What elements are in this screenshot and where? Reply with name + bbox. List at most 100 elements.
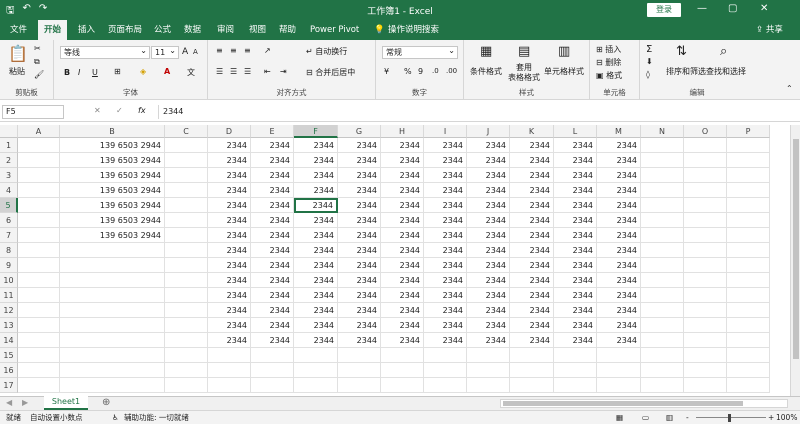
page-break-view-icon[interactable]: ▥	[666, 411, 673, 424]
delete-cells-button[interactable]: ⊟ 删除	[596, 57, 621, 68]
cell-b2[interactable]: 139 6503 2944	[60, 153, 165, 168]
cell-o10[interactable]	[684, 273, 727, 288]
tab-help[interactable]: 帮助	[273, 20, 302, 40]
cell-m3[interactable]: 2344	[597, 168, 641, 183]
cell-k11[interactable]: 2344	[510, 288, 554, 303]
cell-e11[interactable]: 2344	[251, 288, 294, 303]
cell-f10[interactable]: 2344	[294, 273, 338, 288]
row-header-15[interactable]: 15	[0, 348, 18, 363]
font-size-select[interactable]: 11	[151, 45, 179, 59]
cell-n4[interactable]	[641, 183, 684, 198]
normal-view-icon[interactable]: ▦	[616, 411, 623, 424]
cell-k16[interactable]	[510, 363, 554, 378]
cell-d14[interactable]: 2344	[208, 333, 251, 348]
cell-c8[interactable]	[165, 243, 208, 258]
cell-b7[interactable]: 139 6503 2944	[60, 228, 165, 243]
grow-font-button[interactable]: A	[182, 47, 188, 57]
cell-j13[interactable]: 2344	[467, 318, 510, 333]
sheet-tab-sheet1[interactable]: Sheet1	[44, 396, 88, 410]
find-select-button[interactable]: 查找和选择	[706, 66, 746, 77]
cell-l6[interactable]: 2344	[554, 213, 597, 228]
cell-k7[interactable]: 2344	[510, 228, 554, 243]
cell-g3[interactable]: 2344	[338, 168, 381, 183]
column-header-e[interactable]: E	[251, 125, 294, 138]
cell-b14[interactable]	[60, 333, 165, 348]
cell-e6[interactable]: 2344	[251, 213, 294, 228]
cell-o15[interactable]	[684, 348, 727, 363]
cell-g8[interactable]: 2344	[338, 243, 381, 258]
cell-p17[interactable]	[727, 378, 770, 393]
login-button[interactable]: 登录	[647, 3, 681, 17]
tab-home[interactable]: 开始	[38, 20, 68, 40]
orientation-icon[interactable]: ↗	[264, 46, 271, 55]
cell-p9[interactable]	[727, 258, 770, 273]
cell-f9[interactable]: 2344	[294, 258, 338, 273]
cell-j16[interactable]	[467, 363, 510, 378]
cell-f2[interactable]: 2344	[294, 153, 338, 168]
cell-g9[interactable]: 2344	[338, 258, 381, 273]
cell-b12[interactable]	[60, 303, 165, 318]
page-layout-view-icon[interactable]: ▭	[642, 411, 649, 424]
cell-f8[interactable]: 2344	[294, 243, 338, 258]
zoom-level[interactable]: 100%	[776, 411, 797, 424]
cell-j5[interactable]: 2344	[467, 198, 510, 213]
cancel-icon[interactable]: ✕	[94, 106, 101, 115]
cell-h7[interactable]: 2344	[381, 228, 424, 243]
cell-m13[interactable]: 2344	[597, 318, 641, 333]
cell-l9[interactable]: 2344	[554, 258, 597, 273]
cell-k15[interactable]	[510, 348, 554, 363]
paste-button[interactable]: 粘贴	[9, 66, 25, 77]
cell-b4[interactable]: 139 6503 2944	[60, 183, 165, 198]
scroll-thumb[interactable]	[503, 401, 743, 406]
zoom-slider-thumb[interactable]	[728, 414, 731, 422]
cell-c3[interactable]	[165, 168, 208, 183]
cell-n1[interactable]	[641, 138, 684, 153]
cell-j12[interactable]: 2344	[467, 303, 510, 318]
cell-o4[interactable]	[684, 183, 727, 198]
cell-m5[interactable]: 2344	[597, 198, 641, 213]
cell-d4[interactable]: 2344	[208, 183, 251, 198]
cell-d2[interactable]: 2344	[208, 153, 251, 168]
row-header-7[interactable]: 7	[0, 228, 18, 243]
cell-d8[interactable]: 2344	[208, 243, 251, 258]
cell-j17[interactable]	[467, 378, 510, 393]
cell-p2[interactable]	[727, 153, 770, 168]
tell-me-search[interactable]: 操作说明搜索	[382, 20, 445, 40]
cell-i3[interactable]: 2344	[424, 168, 467, 183]
cell-j14[interactable]: 2344	[467, 333, 510, 348]
cell-p8[interactable]	[727, 243, 770, 258]
cell-f4[interactable]: 2344	[294, 183, 338, 198]
cell-o14[interactable]	[684, 333, 727, 348]
merge-center-button[interactable]: ⊟ 合并后居中	[306, 67, 355, 78]
cell-g5[interactable]: 2344	[338, 198, 381, 213]
cell-a10[interactable]	[18, 273, 60, 288]
tab-page-layout[interactable]: 页面布局	[102, 20, 148, 40]
cell-n2[interactable]	[641, 153, 684, 168]
cell-n6[interactable]	[641, 213, 684, 228]
align-top-icon[interactable]: ≡	[216, 46, 223, 55]
cut-icon[interactable]: ✂	[34, 44, 41, 53]
cell-f14[interactable]: 2344	[294, 333, 338, 348]
cell-k3[interactable]: 2344	[510, 168, 554, 183]
row-header-10[interactable]: 10	[0, 273, 18, 288]
cell-m16[interactable]	[597, 363, 641, 378]
row-header-4[interactable]: 4	[0, 183, 18, 198]
cell-f6[interactable]: 2344	[294, 213, 338, 228]
cell-i15[interactable]	[424, 348, 467, 363]
cell-c11[interactable]	[165, 288, 208, 303]
cell-n13[interactable]	[641, 318, 684, 333]
align-bottom-icon[interactable]: ≡	[244, 46, 251, 55]
row-header-8[interactable]: 8	[0, 243, 18, 258]
cell-l1[interactable]: 2344	[554, 138, 597, 153]
cell-o1[interactable]	[684, 138, 727, 153]
sort-filter-icon[interactable]: ⇅	[676, 44, 687, 59]
cell-j7[interactable]: 2344	[467, 228, 510, 243]
cell-o13[interactable]	[684, 318, 727, 333]
cell-n3[interactable]	[641, 168, 684, 183]
cell-a7[interactable]	[18, 228, 60, 243]
cell-a6[interactable]	[18, 213, 60, 228]
cell-k2[interactable]: 2344	[510, 153, 554, 168]
cell-m10[interactable]: 2344	[597, 273, 641, 288]
increase-decimal-icon[interactable]: .0	[432, 67, 439, 75]
cell-i5[interactable]: 2344	[424, 198, 467, 213]
